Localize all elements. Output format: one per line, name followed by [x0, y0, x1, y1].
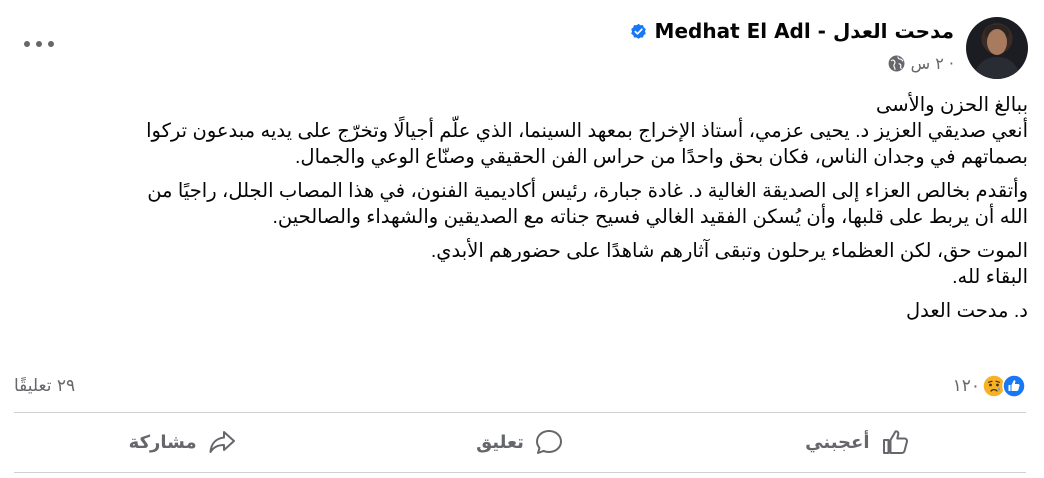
facebook-post: Medhat El Adl - مدحت العدل ٢ س · ببالغ ا…: [0, 0, 1044, 478]
paragraph-1: ببالغ الحزن والأسى أنعي صديقي العزيز د. …: [22, 92, 1028, 170]
verified-badge-icon: [630, 23, 646, 39]
reactions-summary[interactable]: ١٢٠: [953, 372, 1026, 400]
share-label: مشاركة: [128, 431, 197, 453]
comment-label: تعليق: [476, 431, 524, 453]
text-line: أنعي صديقي العزيز د. يحيى عزمي، أستاذ ال…: [146, 120, 1028, 142]
divider: [14, 412, 1026, 413]
text-line: الله أن يربط على قلبها، وأن يُسكن الفقيد…: [272, 206, 1029, 228]
action-bar: مشاركة تعليق أعجبني: [14, 414, 1026, 470]
thumbs-up-icon: [882, 430, 908, 454]
share-button[interactable]: مشاركة: [14, 420, 351, 464]
text-line: وأتقدم بخالص العزاء إلى الصديقة الغالية …: [147, 180, 1028, 202]
avatar[interactable]: [966, 17, 1028, 79]
comments-count-link[interactable]: ٢٩ تعليقًا: [14, 372, 75, 400]
text-line: الموت حق، لكن العظماء يرحلون وتبقى آثاره…: [430, 240, 1028, 262]
more-options-icon[interactable]: [24, 34, 54, 54]
timestamp-link[interactable]: ٢ س ·: [911, 54, 954, 73]
globe-icon[interactable]: [888, 55, 905, 72]
divider: [14, 472, 1026, 473]
text-line: د. مدحت العدل: [906, 300, 1028, 322]
like-label: أعجبني: [805, 431, 870, 453]
share-icon: [209, 431, 235, 453]
text-line: ببالغ الحزن والأسى: [876, 94, 1028, 116]
post-body: ببالغ الحزن والأسى أنعي صديقي العزيز د. …: [22, 92, 1028, 332]
text-line: بصماتهم في وجدان الناس، فكان بحق واحدًا …: [295, 146, 1028, 168]
paragraph-4-signature: د. مدحت العدل: [22, 298, 1028, 324]
like-icon: [1002, 374, 1026, 398]
comment-button[interactable]: تعليق: [351, 420, 688, 464]
like-button[interactable]: أعجبني: [689, 420, 1026, 464]
text-line: البقاء لله.: [952, 266, 1028, 288]
reactions-count: ١٢٠: [952, 376, 980, 396]
paragraph-2: وأتقدم بخالص العزاء إلى الصديقة الغالية …: [22, 178, 1028, 230]
author-name-link[interactable]: Medhat El Adl - مدحت العدل: [655, 19, 954, 43]
author-row: Medhat El Adl - مدحت العدل: [630, 18, 954, 44]
post-meta: ٢ س ·: [888, 52, 954, 74]
paragraph-3: الموت حق، لكن العظماء يرحلون وتبقى آثاره…: [22, 238, 1028, 290]
comment-icon: [535, 430, 562, 454]
reaction-icons: [982, 374, 1026, 398]
